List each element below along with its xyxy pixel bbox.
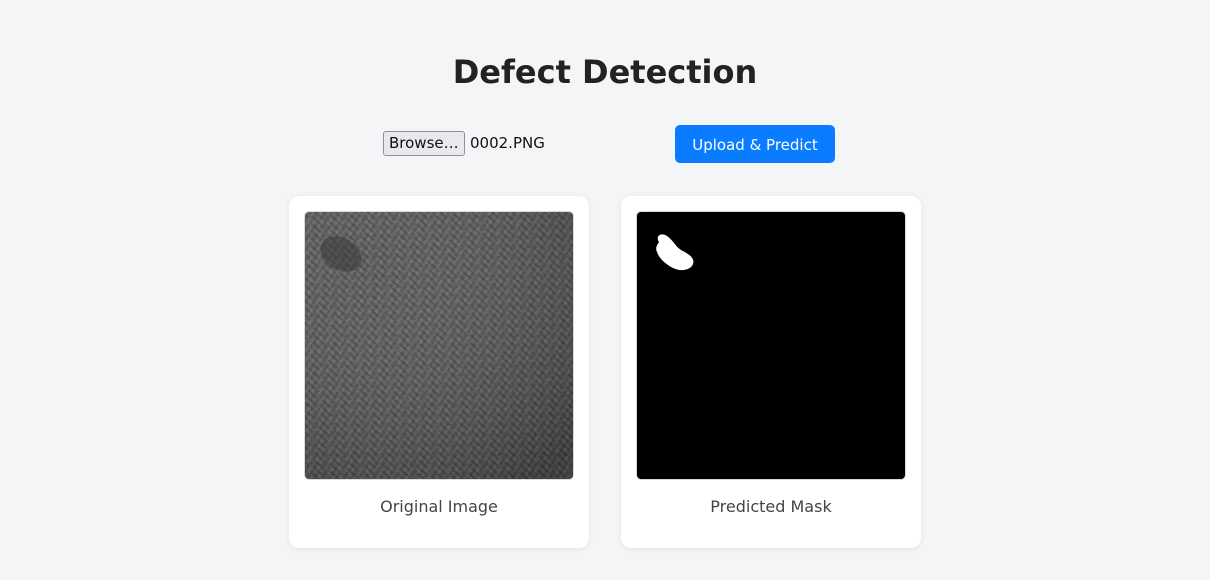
page-title: Defect Detection <box>452 53 758 91</box>
original-image-caption: Original Image <box>380 497 498 516</box>
textured-surface-image <box>305 212 573 479</box>
original-image <box>305 212 573 479</box>
upload-predict-button[interactable]: Upload & Predict <box>675 125 835 163</box>
predicted-mask-image <box>637 212 905 479</box>
browse-button[interactable]: Browse… <box>383 131 465 156</box>
original-image-card: Original Image <box>289 196 589 548</box>
predicted-mask-caption: Predicted Mask <box>710 497 832 516</box>
selected-file-name: 0002.PNG <box>470 134 545 152</box>
upload-form: Browse… 0002.PNG Upload & Predict <box>383 125 835 163</box>
mask-image <box>637 212 905 479</box>
predicted-mask-card: Predicted Mask <box>621 196 921 548</box>
